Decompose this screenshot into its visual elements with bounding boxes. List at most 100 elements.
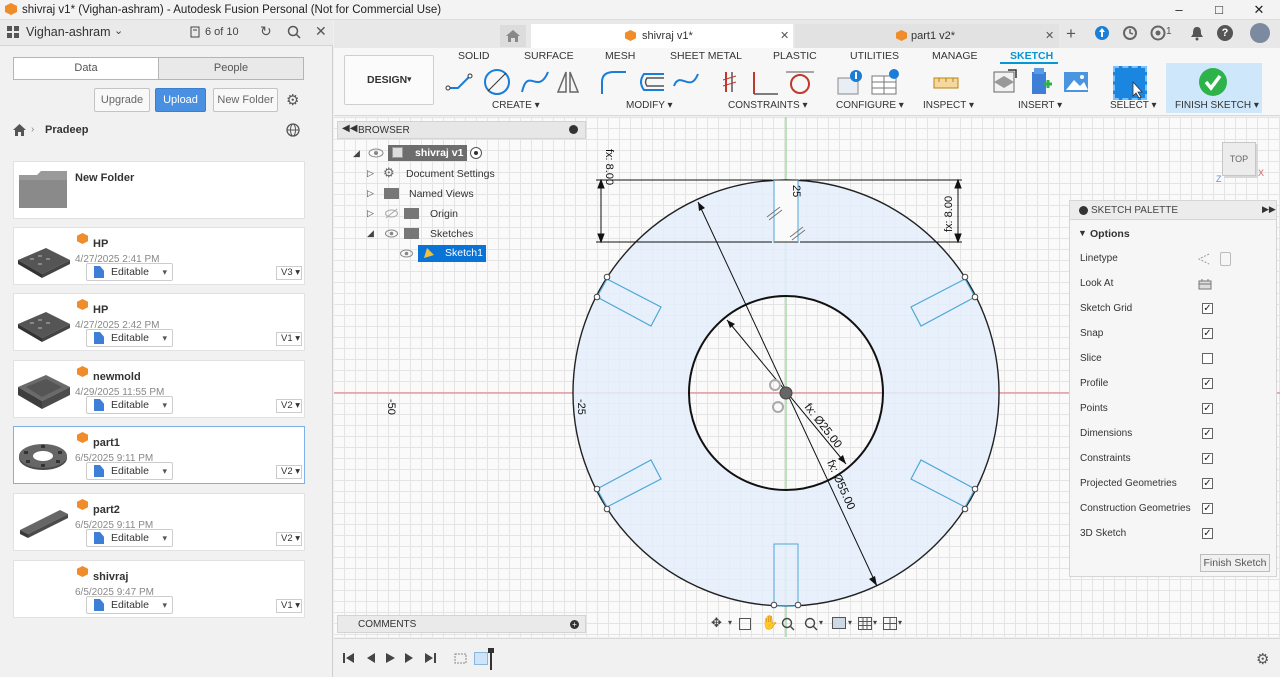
project-name[interactable]: Vighan-ashram	[26, 25, 111, 39]
eye-icon[interactable]	[399, 248, 414, 259]
workspace-switcher[interactable]: DESIGN ▾	[344, 55, 434, 105]
finish-sketch-button[interactable]: FINISH SKETCH ▾	[1175, 100, 1259, 111]
select-group[interactable]: SELECT ▾	[1110, 100, 1157, 111]
sketch-point[interactable]	[961, 273, 969, 281]
configure-group[interactable]: CONFIGURE ▾	[836, 100, 904, 111]
orbit-icon[interactable]: ✥	[711, 615, 722, 631]
version-badge[interactable]: V2 ▾	[276, 465, 302, 479]
breadcrumb[interactable]: Pradeep	[45, 124, 88, 136]
sync-icon[interactable]	[1094, 25, 1110, 41]
version-badge[interactable]: V2 ▾	[276, 532, 302, 546]
sketch-point[interactable]	[603, 273, 611, 281]
inspect-group[interactable]: INSPECT ▾	[923, 100, 974, 111]
browser-item-sketch1[interactable]: Sketch1	[418, 245, 486, 262]
trim-tool-icon[interactable]	[673, 73, 699, 87]
tab-manage[interactable]: MANAGE	[932, 50, 978, 62]
close-tab-icon[interactable]: ✕	[1045, 24, 1054, 48]
timeline-marker[interactable]	[488, 648, 494, 670]
dimensions-checkbox[interactable]: ✓	[1202, 428, 1213, 439]
activate-radio-icon[interactable]	[470, 147, 482, 159]
select-tool-icon[interactable]	[1113, 66, 1147, 100]
section-collapse-icon[interactable]: ▼	[1078, 228, 1087, 238]
collapse-browser-icon[interactable]: ◀◀	[342, 123, 357, 134]
caret-down-icon[interactable]: ▾	[728, 618, 732, 627]
tangent-constraint-icon[interactable]	[786, 71, 814, 94]
home-tab-button[interactable]	[500, 25, 526, 47]
tab-plastic[interactable]: PLASTIC	[773, 50, 817, 62]
home-icon[interactable]	[13, 124, 26, 136]
constraints-group[interactable]: CONSTRAINTS ▾	[728, 100, 807, 111]
circle-tool-icon[interactable]	[484, 69, 510, 95]
linetype-construction-icon[interactable]	[1197, 253, 1211, 265]
play-icon[interactable]	[384, 652, 398, 664]
sketch-point[interactable]	[794, 601, 802, 609]
avatar[interactable]	[1250, 23, 1270, 43]
tab-data[interactable]: Data	[14, 58, 159, 79]
points-checkbox[interactable]: ✓	[1202, 403, 1213, 414]
snap-checkbox[interactable]: ✓	[1202, 328, 1213, 339]
sketch-point[interactable]	[593, 485, 601, 493]
timeline-sketch-icon[interactable]	[454, 652, 468, 665]
caret-down-icon[interactable]: ▾	[819, 618, 823, 627]
dimension-text[interactable]: fx: 8.00	[603, 149, 615, 185]
previous-step-icon[interactable]	[363, 652, 377, 664]
sketch-point[interactable]	[770, 601, 778, 609]
browser-item-sketches[interactable]: Sketches	[430, 228, 473, 240]
insert-canvas-icon[interactable]	[1064, 72, 1088, 92]
caret-down-icon[interactable]: ▾	[873, 618, 877, 627]
next-step-icon[interactable]	[403, 652, 417, 664]
tab-sketch[interactable]: SKETCH	[1010, 50, 1053, 62]
insert-component-icon[interactable]	[1032, 68, 1052, 94]
look-at-icon[interactable]	[1198, 278, 1212, 290]
view-cube[interactable]: TOP	[1222, 142, 1256, 176]
close-tab-icon[interactable]: ✕	[780, 24, 789, 48]
history-icon[interactable]	[1122, 25, 1138, 41]
bell-icon[interactable]	[1189, 25, 1205, 41]
sketch-point[interactable]	[961, 505, 969, 513]
look-at-nav-icon[interactable]	[739, 618, 751, 630]
editable-dropdown[interactable]: Editable ▾	[86, 529, 173, 547]
dimension-text[interactable]: fx: Ø25.00	[802, 401, 844, 450]
close-panel-icon[interactable]: ✕	[315, 23, 327, 40]
close-window-icon[interactable]: ✕	[1244, 2, 1274, 18]
sketch-point[interactable]	[971, 485, 979, 493]
file-card[interactable]: HP 4/27/2025 2:42 PM Editable ▾ V1 ▾	[13, 293, 305, 351]
upgrade-button[interactable]: Upgrade	[94, 88, 150, 112]
modify-group[interactable]: MODIFY ▾	[626, 100, 673, 111]
editable-dropdown[interactable]: Editable ▾	[86, 329, 173, 347]
spline-tool-icon[interactable]	[521, 71, 549, 93]
browser-panel-header[interactable]: ◀◀ BROWSER	[337, 121, 586, 139]
caret-down-icon[interactable]: ▾	[898, 618, 902, 627]
caret-down-icon[interactable]: ▾	[848, 618, 852, 627]
version-badge[interactable]: V1 ▾	[276, 599, 302, 613]
zoom-icon[interactable]	[781, 617, 795, 631]
folder-card[interactable]: New Folder	[13, 161, 305, 219]
table-config-icon[interactable]	[871, 69, 899, 95]
file-card[interactable]: part2 6/5/2025 9:11 PM Editable ▾ V2 ▾	[13, 493, 305, 551]
refresh-icon[interactable]: ↻	[260, 23, 272, 40]
file-card[interactable]: shivraj 6/5/2025 9:47 PM Editable ▾ V1 ▾	[13, 560, 305, 618]
tab-utilities[interactable]: UTILITIES	[850, 50, 899, 62]
profile-checkbox[interactable]: ✓	[1202, 378, 1213, 389]
parameters-icon[interactable]	[837, 70, 862, 95]
zoom-window-icon[interactable]	[804, 617, 818, 631]
slice-checkbox[interactable]	[1202, 353, 1213, 364]
hidden-eye-icon[interactable]	[384, 208, 399, 219]
sketch-grid-checkbox[interactable]: ✓	[1202, 303, 1213, 314]
pan-hand-icon[interactable]: ✋	[761, 614, 778, 631]
root-component[interactable]: shivraj v1	[388, 145, 467, 161]
editable-dropdown[interactable]: Editable ▾	[86, 263, 173, 281]
eye-icon[interactable]	[384, 228, 399, 239]
editable-dropdown[interactable]: Editable ▾	[86, 596, 173, 614]
gear-icon[interactable]: ⚙	[286, 91, 299, 109]
timeline-active-feature-icon[interactable]	[474, 652, 488, 665]
origin-point[interactable]	[779, 386, 793, 400]
editable-dropdown[interactable]: Editable ▾	[86, 396, 173, 414]
last-step-icon[interactable]	[423, 652, 437, 664]
expand-arrow-icon[interactable]: ▷	[367, 168, 374, 179]
new-tab-plus-icon[interactable]: +	[1066, 24, 1076, 44]
linetype-centerline-icon[interactable]	[1220, 252, 1231, 266]
tab-people[interactable]: People	[159, 58, 303, 79]
mirror-tool-icon[interactable]	[556, 71, 580, 93]
fillet-tool-icon[interactable]	[601, 71, 626, 94]
